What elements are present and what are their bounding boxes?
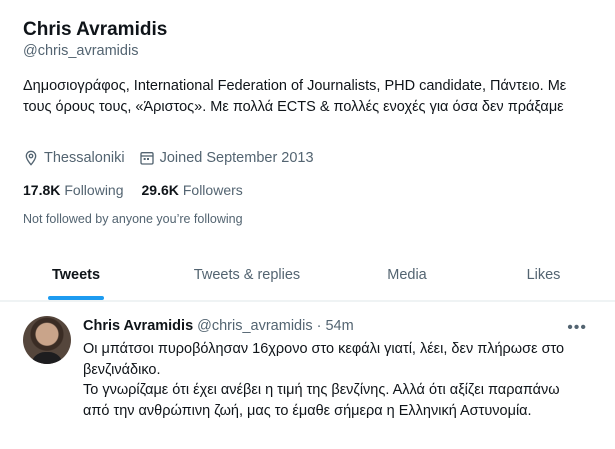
tweet-author-name[interactable]: Chris Avramidis <box>83 318 193 334</box>
profile-location: Thessaloniki <box>23 150 125 166</box>
tab-tweets[interactable]: Tweets <box>0 250 152 300</box>
following-count: 17.8K <box>23 182 61 198</box>
profile-location-text: Thessaloniki <box>44 150 125 166</box>
tab-tweets-label: Tweets <box>51 267 101 283</box>
tab-tweets-and-replies[interactable]: Tweets & replies <box>152 250 342 300</box>
tab-media[interactable]: Media <box>342 250 472 300</box>
profile-tabs: Tweets Tweets & replies Media Likes <box>0 250 615 301</box>
followers-link[interactable]: 29.6K Followers <box>142 182 243 198</box>
tweet-item[interactable]: Chris Avramidis @chris_avramidis · 54m •… <box>0 301 615 449</box>
tweet-timestamp[interactable]: 54m <box>325 318 353 334</box>
profile-meta: Thessaloniki Joined September 2013 <box>23 150 328 166</box>
tab-tweets-and-replies-label: Tweets & replies <box>193 267 301 283</box>
active-tab-indicator <box>48 296 104 300</box>
tab-likes-label: Likes <box>526 267 561 283</box>
tweet-separator: · <box>316 318 322 334</box>
profile-joined-text: Joined September 2013 <box>159 150 314 166</box>
location-pin-icon <box>25 150 37 166</box>
following-label: Following <box>64 182 124 198</box>
following-link[interactable]: 17.8K Following <box>23 182 124 198</box>
avatar-shirt <box>31 352 63 364</box>
profile-display-name: Chris Avramidis <box>23 19 168 40</box>
tab-likes[interactable]: Likes <box>472 250 615 300</box>
profile-follow-stats: 17.8K Following 29.6K Followers <box>23 182 261 198</box>
tweet-text-line: Το γνωρίζαμε ότι έχει ανέβει η τιμή της … <box>83 382 560 419</box>
tweet-header: Chris Avramidis @chris_avramidis · 54m <box>83 318 354 334</box>
avatar[interactable] <box>23 316 71 364</box>
calendar-icon <box>139 152 154 165</box>
followers-label: Followers <box>182 182 243 198</box>
profile-handle: @chris_avramidis <box>23 43 139 59</box>
tab-media-label: Media <box>387 267 427 283</box>
tweet-text: Οι μπάτσοι πυροβόλησαν 16χρονο στο κεφάλ… <box>83 339 583 421</box>
tweet-author-handle[interactable]: @chris_avramidis <box>197 318 312 334</box>
tweet-text-line: Οι μπάτσοι πυροβόλησαν 16χρονο στο κεφάλ… <box>83 341 565 378</box>
more-options-icon[interactable]: ••• <box>567 319 587 337</box>
followers-count: 29.6K <box>141 182 179 198</box>
not-followed-notice: Not followed by anyone you’re following <box>23 212 243 226</box>
profile-joined: Joined September 2013 <box>139 150 314 166</box>
profile-bio: Δημοσιογράφος, International Federation … <box>23 78 567 115</box>
